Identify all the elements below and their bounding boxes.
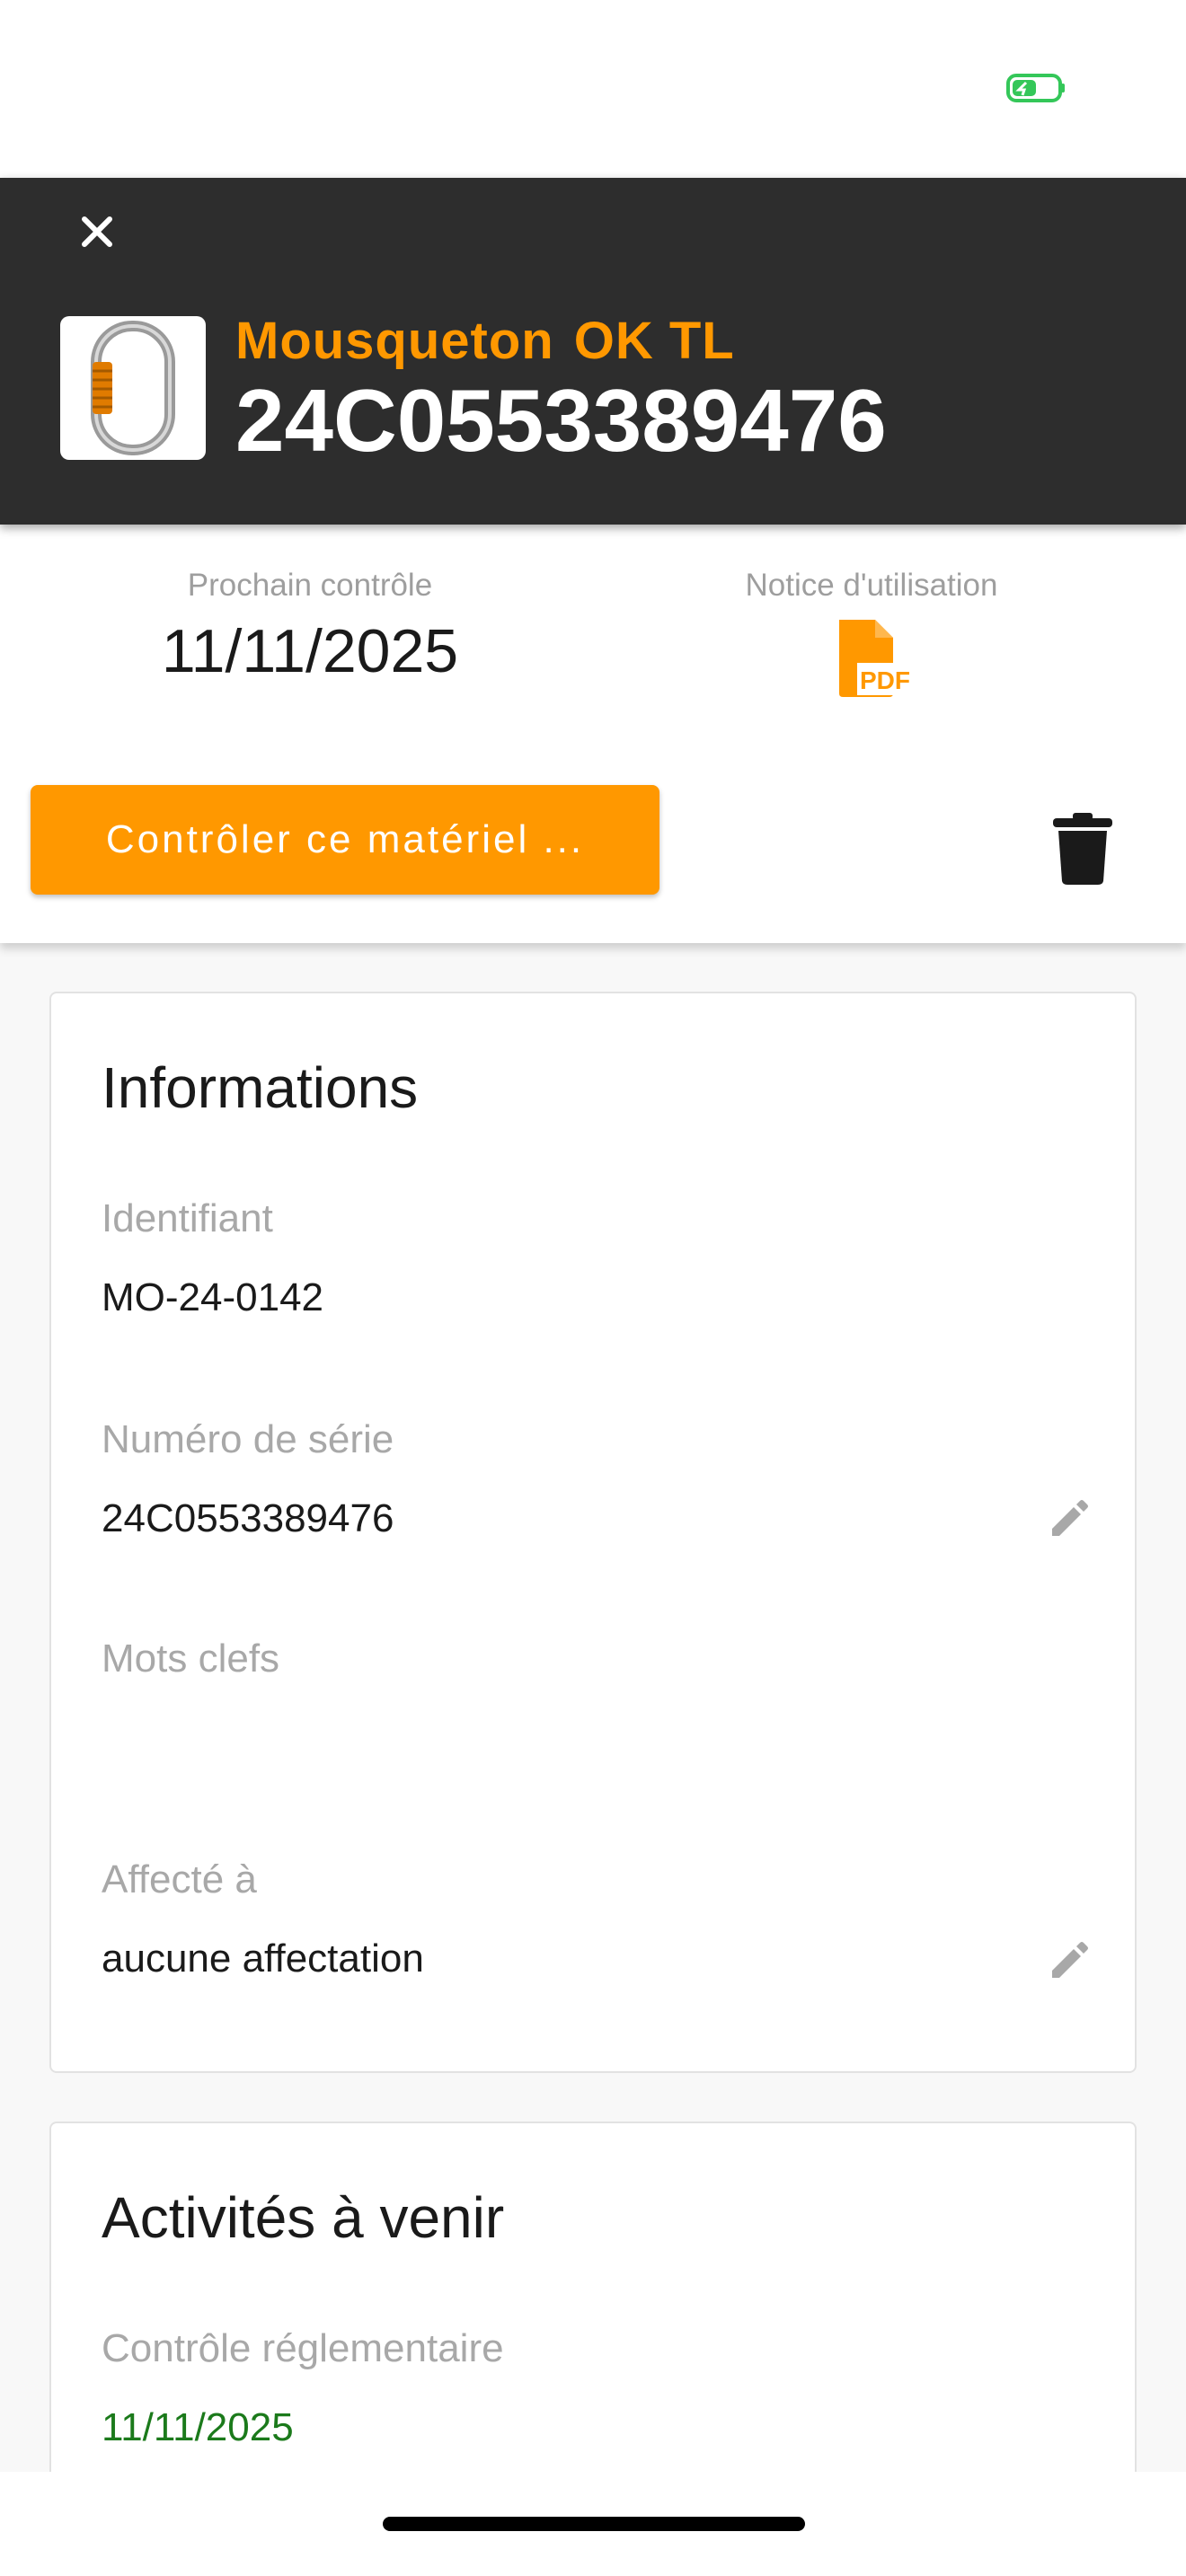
field-label: Mots clefs <box>102 1636 280 1681</box>
status-bar <box>0 0 1186 178</box>
pdf-icon-text: PDF <box>860 666 910 694</box>
trash-icon <box>1053 813 1112 885</box>
equipment-model: OK TL <box>573 312 735 370</box>
summary-panel: Prochain contrôle 11/11/2025 Notice d'ut… <box>0 525 1186 943</box>
pencil-icon[interactable] <box>1049 1498 1090 1539</box>
control-equipment-button[interactable]: Contrôler ce matériel ... <box>31 785 659 895</box>
equipment-serial: 24C0553389476 <box>235 371 887 470</box>
pencil-icon[interactable] <box>1049 1940 1090 1981</box>
field-value: aucune affectation <box>102 1936 424 1981</box>
delete-button[interactable] <box>1044 810 1121 887</box>
battery-icon <box>1006 74 1065 102</box>
field-identifier: Identifiant MO-24-0142 <box>102 1196 1090 1322</box>
next-control-label: Prochain contrôle <box>187 568 433 603</box>
pdf-file-icon[interactable]: PDF <box>830 616 913 699</box>
field-value: 11/11/2025 <box>102 2405 294 2449</box>
user-manual: Notice d'utilisation PDF <box>701 568 1042 699</box>
field-value <box>102 1716 1090 1762</box>
informations-title: Informations <box>102 1055 419 1120</box>
field-label: Contrôle réglementaire <box>102 2326 504 2370</box>
equipment-title: Mousqueton OK TL <box>235 311 735 371</box>
equipment-name: Mousqueton <box>235 312 554 370</box>
home-indicator[interactable] <box>383 2517 805 2531</box>
equipment-header: Mousqueton OK TL 24C0553389476 <box>0 178 1186 525</box>
bottom-safe-area <box>0 2472 1186 2576</box>
close-icon <box>82 216 112 247</box>
field-label: Affecté à <box>102 1857 257 1901</box>
field-serial-number: Numéro de série 24C0553389476 <box>102 1417 1090 1543</box>
field-label: Numéro de série <box>102 1417 394 1461</box>
field-label: Identifiant <box>102 1196 273 1240</box>
field-keywords: Mots clefs <box>102 1636 1090 1762</box>
informations-card: Informations Identifiant MO-24-0142 Numé… <box>49 992 1137 2073</box>
next-control-date: 11/11/2025 <box>161 617 459 685</box>
field-value: MO-24-0142 <box>102 1275 324 1319</box>
carabiner-image <box>91 321 175 455</box>
next-control: Prochain contrôle 11/11/2025 <box>126 568 494 686</box>
field-assigned-to: Affecté à aucune affectation <box>102 1857 1090 1983</box>
user-manual-label: Notice d'utilisation <box>745 568 998 603</box>
upcoming-activities-title: Activités à venir <box>102 2185 505 2250</box>
field-regulatory-control: Contrôle réglementaire 11/11/2025 <box>102 2326 1090 2452</box>
close-button[interactable] <box>70 205 124 259</box>
field-value: 24C0553389476 <box>102 1496 394 1540</box>
equipment-thumbnail <box>60 316 206 460</box>
